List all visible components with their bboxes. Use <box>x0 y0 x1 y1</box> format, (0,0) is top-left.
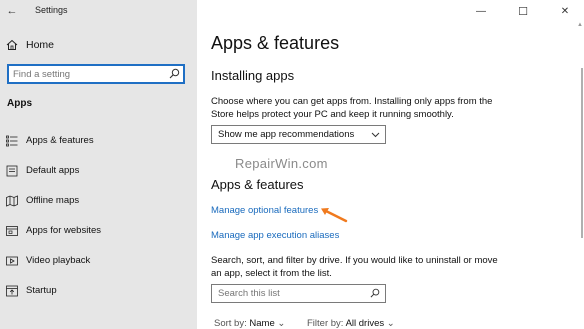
window-controls: — ☐ ✕ <box>464 0 584 22</box>
sidebar-item-label: Default apps <box>26 165 80 176</box>
arrow-annotation-icon <box>321 208 348 223</box>
sidebar-item-offline-maps[interactable]: Offline maps <box>0 190 197 212</box>
install-source-value: Show me app recommendations <box>218 129 355 140</box>
apps-features-heading: Apps & features <box>211 177 304 192</box>
installing-apps-description: Choose where you can get apps from. Inst… <box>211 96 493 120</box>
sort-by-control[interactable]: Sort by: Name ⌄ <box>214 318 285 329</box>
sidebar-item-apps-features[interactable]: Apps & features <box>0 130 197 152</box>
maximize-button[interactable]: ☐ <box>508 2 538 20</box>
chevron-down-icon <box>371 132 380 138</box>
close-button[interactable]: ✕ <box>550 2 580 20</box>
find-setting-input[interactable] <box>13 67 163 81</box>
sidebar-item-label: Startup <box>26 285 57 296</box>
chevron-down-icon: ⌄ <box>386 318 395 329</box>
search-icon[interactable] <box>169 68 180 79</box>
home-label: Home <box>26 39 55 51</box>
sidebar-item-label: Video playback <box>26 255 91 266</box>
chevron-down-icon: ⌄ <box>277 318 286 329</box>
manage-optional-features-link[interactable]: Manage optional features <box>211 205 318 216</box>
home-icon <box>6 39 18 50</box>
sidebar: ← Settings Home Apps Apps & features <box>0 0 197 329</box>
offline-maps-icon <box>6 195 18 207</box>
search-list-box[interactable] <box>211 284 386 303</box>
sidebar-item-label: Apps for websites <box>26 225 101 236</box>
install-source-dropdown[interactable]: Show me app recommendations <box>211 125 386 144</box>
scroll-thumb[interactable] <box>581 68 583 238</box>
default-apps-icon <box>6 165 18 177</box>
manage-app-execution-aliases-link[interactable]: Manage app execution aliases <box>211 230 339 241</box>
app-title: Settings <box>35 5 68 15</box>
sidebar-item-startup[interactable]: Startup <box>0 280 197 302</box>
filter-by-control[interactable]: Filter by: All drives ⌄ <box>307 318 395 329</box>
filter-label: Filter by: <box>307 318 344 329</box>
main-content: — ☐ ✕ Apps & features Installing apps Ch… <box>197 0 584 329</box>
search-icon[interactable] <box>370 288 380 298</box>
filter-value: All drives <box>345 318 385 329</box>
home-nav-item[interactable]: Home <box>0 36 197 56</box>
sort-value: Name <box>249 318 275 329</box>
sidebar-section-apps: Apps <box>7 98 32 109</box>
sidebar-item-video-playback[interactable]: Video playback <box>0 250 197 272</box>
sidebar-item-apps-for-websites[interactable]: Apps for websites <box>0 220 197 242</box>
sidebar-item-default-apps[interactable]: Default apps <box>0 160 197 182</box>
sort-label: Sort by: <box>214 318 247 329</box>
apps-for-websites-icon <box>6 226 18 236</box>
find-setting-search[interactable] <box>7 64 185 84</box>
search-sort-description: Search, sort, and filter by drive. If yo… <box>211 255 498 279</box>
page-title: Apps & features <box>211 33 340 53</box>
scrollbar[interactable]: ▲ <box>577 22 583 327</box>
minimize-button[interactable]: — <box>466 2 496 20</box>
video-playback-icon <box>6 256 18 266</box>
startup-icon <box>6 285 18 297</box>
watermark: RepairWin.com <box>235 156 328 171</box>
sidebar-item-label: Offline maps <box>26 195 80 206</box>
installing-apps-heading: Installing apps <box>211 68 295 83</box>
sidebar-item-label: Apps & features <box>26 135 94 146</box>
titlebar-left: ← Settings <box>0 0 197 22</box>
search-list-input[interactable] <box>218 287 358 300</box>
apps-features-icon <box>6 135 18 147</box>
back-button[interactable]: ← <box>4 3 20 19</box>
scroll-up-icon[interactable]: ▲ <box>577 22 583 28</box>
